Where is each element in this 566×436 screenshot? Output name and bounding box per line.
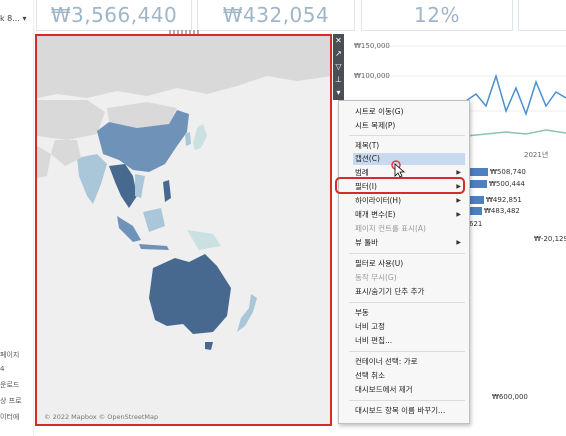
menu-item-add-show-hide-button[interactable]: 표시/숨기기 단추 추가 bbox=[339, 286, 469, 298]
menu-item-view-toolbar[interactable]: 뷰 툴바 ▶ bbox=[339, 237, 469, 249]
left-panel: k 8... ▾ 페이지 4 운로드 상 프로 이터에 bbox=[0, 0, 34, 436]
filter-icon[interactable]: ▽ bbox=[333, 60, 344, 73]
sales-line bbox=[465, 73, 566, 117]
kpi-value: ₩432,054 bbox=[222, 3, 330, 27]
kpi-value: ₩3,566,440 bbox=[50, 3, 178, 27]
menu-item-edit-width[interactable]: 너비 편집... bbox=[339, 335, 469, 347]
bar[interactable] bbox=[468, 207, 482, 215]
menu-item-label: 선택 취소 bbox=[355, 371, 385, 380]
submenu-arrow-icon: ▶ bbox=[456, 211, 461, 218]
submenu-arrow-icon: ▶ bbox=[456, 239, 461, 246]
sheet-dropdown[interactable]: k 8... ▾ bbox=[0, 14, 26, 23]
more-icon[interactable]: ▾ bbox=[333, 86, 344, 99]
worksheet-toolbar: ✕ ↗ ▽ ⊥ ▾ bbox=[333, 34, 344, 100]
sheet-dropdown-label: k 8... bbox=[0, 14, 20, 23]
bar-value-negative: ₩-20,129 bbox=[534, 235, 566, 243]
menu-item-label: 매개 변수(E) bbox=[355, 210, 396, 219]
menu-item-label: 부동 bbox=[355, 308, 369, 317]
menu-item-label: 범례 bbox=[355, 168, 369, 177]
y-axis-label: ₩100,000 bbox=[354, 72, 390, 80]
context-menu: 시트로 이동(G) 시트 복제(P) 제목(T) 캡션(C) 범례 ▶ 필터(I)… bbox=[338, 100, 470, 424]
left-panel-item[interactable]: 페이지 bbox=[0, 350, 19, 360]
menu-item-remove-from-dashboard[interactable]: 대시보드에서 제거 bbox=[339, 384, 469, 396]
menu-separator bbox=[349, 400, 465, 401]
bar-value: ₩508,740 bbox=[490, 168, 526, 176]
menu-item-label: 페이지 컨트롤 표시(A) bbox=[355, 224, 426, 233]
map-svg bbox=[37, 36, 332, 426]
map-region-korea bbox=[185, 132, 191, 146]
left-panel-item[interactable]: 4 bbox=[0, 365, 4, 373]
left-panel-item[interactable]: 운로드 bbox=[0, 380, 19, 390]
menu-item-title[interactable]: 제목(T) bbox=[339, 140, 469, 152]
map-attribution: © 2022 Mapbox © OpenStreetMap bbox=[44, 413, 159, 421]
popout-icon[interactable]: ↗ bbox=[333, 47, 344, 60]
kpi-tile[interactable]: ₩432,054 bbox=[197, 0, 355, 31]
menu-item-label: 캡션(C) bbox=[355, 154, 380, 163]
bar[interactable] bbox=[468, 180, 487, 188]
menu-item-ignore-actions: 동작 무시(G) bbox=[339, 272, 469, 284]
x-axis-tick: ₩600,000 bbox=[492, 393, 528, 401]
kpi-tile[interactable]: 12% bbox=[361, 0, 513, 31]
menu-separator bbox=[349, 253, 465, 254]
menu-item-show-page-controls: 페이지 컨트롤 표시(A) bbox=[339, 223, 469, 235]
menu-item-select-container[interactable]: 컨테이너 선택: 가로 bbox=[339, 356, 469, 368]
menu-item-caption[interactable]: 캡션(C) bbox=[353, 153, 465, 165]
menu-item-label: 표시/숨기기 단추 추가 bbox=[355, 287, 425, 296]
submenu-arrow-icon: ▶ bbox=[456, 197, 461, 204]
bar[interactable] bbox=[468, 196, 484, 204]
menu-item-go-to-sheet[interactable]: 시트로 이동(G) bbox=[339, 106, 469, 118]
menu-item-label: 시트 복제(P) bbox=[355, 121, 396, 130]
bar-value: ₩500,444 bbox=[489, 180, 525, 188]
menu-item-label: 너비 편집... bbox=[355, 336, 393, 345]
kpi-value: 12% bbox=[414, 3, 460, 27]
drag-handle[interactable] bbox=[169, 30, 199, 35]
menu-item-label: 컨테이너 선택: 가로 bbox=[355, 357, 418, 366]
chevron-down-icon: ▾ bbox=[22, 14, 27, 23]
kpi-tile[interactable]: ₩3,566,440 bbox=[36, 0, 192, 31]
menu-separator bbox=[349, 135, 465, 136]
map-land-central-asia bbox=[37, 100, 105, 140]
y-axis-label: ₩150,000 bbox=[354, 42, 390, 50]
left-panel-item[interactable]: 이터에 bbox=[0, 412, 19, 422]
menu-item-label: 하이라이터(H) bbox=[355, 196, 401, 205]
menu-item-duplicate-sheet[interactable]: 시트 복제(P) bbox=[339, 120, 469, 132]
menu-item-floating[interactable]: 부동 bbox=[339, 307, 469, 319]
bar-value: ₩492,851 bbox=[486, 196, 522, 204]
x-axis-label: 2021년 bbox=[524, 151, 549, 159]
kpi-tile[interactable] bbox=[518, 0, 566, 31]
menu-item-label: 대시보드에서 제거 bbox=[355, 385, 413, 394]
menu-item-label: 뷰 툴바 bbox=[355, 238, 379, 247]
bar-value-partial: 621 bbox=[469, 220, 483, 228]
menu-item-deselect[interactable]: 선택 취소 bbox=[339, 370, 469, 382]
menu-item-label: 필터로 사용(U) bbox=[355, 259, 404, 268]
left-panel-item[interactable]: 상 프로 bbox=[0, 396, 22, 406]
menu-item-rename-dashboard-item[interactable]: 대시보드 항목 이름 바꾸기... bbox=[339, 405, 469, 417]
close-icon[interactable]: ✕ bbox=[333, 34, 344, 47]
menu-item-label: 대시보드 항목 이름 바꾸기... bbox=[355, 406, 446, 415]
menu-separator bbox=[349, 351, 465, 352]
menu-item-label: 너비 고정 bbox=[355, 322, 385, 331]
menu-item-highlighters[interactable]: 하이라이터(H) ▶ bbox=[339, 195, 469, 207]
bar-value: ₩483,482 bbox=[484, 207, 520, 215]
mouse-cursor-icon bbox=[391, 160, 407, 182]
menu-separator bbox=[349, 302, 465, 303]
menu-item-label: 동작 무시(G) bbox=[355, 273, 397, 282]
menu-item-label: 시트로 이동(G) bbox=[355, 107, 404, 116]
bar[interactable] bbox=[468, 168, 488, 176]
pin-icon[interactable]: ⊥ bbox=[333, 73, 344, 86]
menu-item-label: 제목(T) bbox=[355, 141, 380, 150]
menu-item-use-as-filter[interactable]: 필터로 사용(U) bbox=[339, 258, 469, 270]
menu-item-fix-width[interactable]: 너비 고정 bbox=[339, 321, 469, 333]
profit-line bbox=[465, 129, 566, 137]
menu-item-parameters[interactable]: 매개 변수(E) ▶ bbox=[339, 209, 469, 221]
map-view[interactable] bbox=[37, 36, 332, 426]
